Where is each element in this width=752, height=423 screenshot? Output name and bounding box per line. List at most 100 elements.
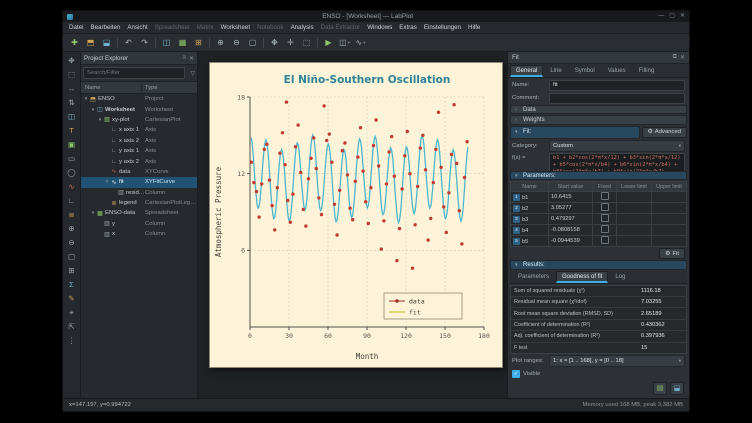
tab-values[interactable]: Values	[602, 65, 632, 77]
dock-float-icon[interactable]: ⧉	[673, 54, 677, 61]
fixed-checkbox[interactable]	[601, 203, 609, 211]
param-lower-limit[interactable]	[617, 203, 652, 214]
fixed-checkbox[interactable]	[601, 192, 609, 200]
parameters-table[interactable]: NameStart valueFixedLower limitUpper lim…	[510, 181, 687, 247]
panel-close-icon[interactable]: ✕	[189, 55, 194, 62]
zoom-in-icon[interactable]: ⊕	[213, 36, 228, 49]
add-plot-icon[interactable]: ◫	[65, 110, 78, 123]
menu-matrix[interactable]: Matrix	[194, 22, 217, 33]
tree-item-x[interactable]: ▥xColumn	[81, 229, 197, 239]
titlebar[interactable]: ENSO - [Worksheet] — LabPlot — ▢ ✕	[63, 11, 689, 22]
fixed-checkbox[interactable]	[601, 225, 609, 233]
menu-extras[interactable]: Extras	[396, 22, 420, 33]
advanced-button[interactable]: ⚙ Advanced	[642, 127, 687, 138]
param-row-b4[interactable]: 4b4-0.0808158	[511, 225, 687, 236]
export-icon[interactable]: ▤	[653, 382, 667, 395]
section-data[interactable]: › Data	[510, 105, 687, 114]
comment-field[interactable]	[549, 93, 685, 104]
new-matrix-icon[interactable]: ⊞	[191, 36, 206, 49]
fixed-checkbox[interactable]	[601, 214, 609, 222]
tree-item-enso[interactable]: ▾⬒ENSOProject	[81, 94, 197, 104]
redo-icon[interactable]: ↷	[137, 36, 152, 49]
menu-ansicht[interactable]: Ansicht	[124, 22, 150, 33]
move-icon[interactable]: ✥	[65, 54, 78, 67]
draw-rect-icon[interactable]: ▭	[65, 152, 78, 165]
dock-header[interactable]: Fit ⧉ ✕	[508, 52, 689, 64]
tree-column-headers[interactable]: Name Type	[81, 82, 197, 94]
filter-icon[interactable]: ▽	[190, 70, 195, 77]
menu-datei[interactable]: Datei	[66, 22, 86, 33]
param-start-value[interactable]: -0.0944539	[549, 236, 593, 247]
close-button[interactable]: ✕	[680, 11, 685, 22]
add-curve-icon[interactable]: ∿	[65, 180, 78, 193]
tree-item-y[interactable]: ▥yColumn	[81, 219, 197, 229]
param-start-value[interactable]: 10.6415	[549, 192, 593, 203]
pan-mode-icon[interactable]: ✛	[283, 36, 298, 49]
section-fit[interactable]: ▾ Fit:	[510, 126, 640, 139]
menu-analysis[interactable]: Analysis	[288, 22, 317, 33]
param-lower-limit[interactable]	[617, 192, 652, 203]
menu-windows[interactable]: Windows	[364, 22, 395, 33]
select-mode-icon[interactable]: ✥	[267, 36, 282, 49]
add-image-icon[interactable]: ▣	[65, 138, 78, 151]
tree-item-xy-plot[interactable]: ▾▧xy-plotCartesianPlot	[81, 115, 197, 125]
worksheet-view[interactable]: 030609012015018061218El Niño-Southern Os…	[198, 52, 507, 398]
param-start-value[interactable]: 0.479297	[549, 214, 593, 225]
zoom-original-icon[interactable]: ▢	[65, 250, 78, 263]
presenter-mode-icon[interactable]: ▶	[321, 36, 336, 49]
layout-dropdown-icon[interactable]: ◫▾	[337, 36, 352, 49]
zoom-in-icon[interactable]: ⊕	[65, 222, 78, 235]
param-upper-limit[interactable]	[652, 225, 687, 236]
more-icon[interactable]: ⋮	[65, 334, 78, 347]
param-row-b1[interactable]: 1b110.6415	[511, 192, 687, 203]
param-lower-limit[interactable]	[617, 236, 652, 247]
edit-icon[interactable]: ✎	[65, 292, 78, 305]
minimize-button[interactable]: —	[658, 11, 664, 22]
tree-item-y-axis-2[interactable]: ∟y axis 2Axis	[81, 156, 197, 166]
plot-ranges-combobox[interactable]: 1: x = [1 .. 168], y = [0 .. 18] ▾	[549, 355, 685, 367]
add-text-icon[interactable]: T	[65, 124, 78, 137]
results-tab-parameters[interactable]: Parameters	[512, 271, 555, 283]
tree-item-data[interactable]: ∿dataXYCurve	[81, 167, 197, 177]
param-lower-limit[interactable]	[617, 225, 652, 236]
menu-spreadsheet[interactable]: Spreadsheet	[152, 22, 193, 33]
draw-ellipse-icon[interactable]: ◯	[65, 166, 78, 179]
tree-item-x-axis-2[interactable]: ∟x axis 2Axis	[81, 136, 197, 146]
param-row-b2[interactable]: 2b23.05277	[511, 203, 687, 214]
menu-notebook[interactable]: Notebook	[254, 22, 287, 33]
name-field[interactable]	[549, 80, 685, 91]
tree-item-y-axis-1[interactable]: ∟y axis 1Axis	[81, 146, 197, 156]
h-zoom-icon[interactable]: ↔	[65, 82, 78, 95]
column-header-name[interactable]: Name	[81, 85, 141, 91]
maximize-button[interactable]: ▢	[669, 11, 675, 22]
cursor-icon[interactable]: ⌖	[65, 306, 78, 319]
tree-item-x-axis-1[interactable]: ∟x axis 1Axis	[81, 125, 197, 135]
section-weights[interactable]: › Weights	[510, 115, 687, 124]
save-icon[interactable]: ⬓	[670, 382, 684, 395]
tab-symbol[interactable]: Symbol	[569, 65, 601, 77]
data-curve[interactable]	[250, 100, 469, 270]
v-zoom-icon[interactable]: ⇅	[65, 96, 78, 109]
dock-close-icon[interactable]: ✕	[680, 54, 685, 61]
tree-item-fit[interactable]: ▾∿fitXYFitCurve	[81, 177, 197, 187]
param-start-value[interactable]: 3.05277	[549, 203, 593, 214]
search-input[interactable]	[83, 67, 185, 79]
grid-icon[interactable]: ⊞	[65, 264, 78, 277]
param-upper-limit[interactable]	[652, 214, 687, 225]
category-combobox[interactable]: Custom ▾	[549, 140, 685, 152]
section-parameters[interactable]: ▾ Parameters:	[510, 171, 687, 180]
menu-worksheet[interactable]: Worksheet	[218, 22, 253, 33]
zoom-select-mode-icon[interactable]: ⬚	[299, 36, 314, 49]
panel-menu-icon[interactable]: ≡	[182, 55, 186, 61]
fixed-checkbox[interactable]	[601, 236, 609, 244]
results-tab-log[interactable]: Log	[609, 271, 631, 283]
param-upper-limit[interactable]	[652, 203, 687, 214]
section-results[interactable]: ▾ Results:	[510, 260, 687, 269]
export-icon[interactable]: ⇱	[65, 320, 78, 333]
run-fit-button[interactable]: ⚙ Fit	[659, 248, 685, 259]
param-start-value[interactable]: -0.0808158	[549, 225, 593, 236]
menu-data-extractor[interactable]: Data Extractor	[318, 22, 364, 33]
statistics-icon[interactable]: Σ	[65, 278, 78, 291]
param-row-b5[interactable]: 5b5-0.0944539	[511, 236, 687, 247]
tree-item-residuals[interactable]: ▥residualsColumn	[81, 188, 197, 198]
